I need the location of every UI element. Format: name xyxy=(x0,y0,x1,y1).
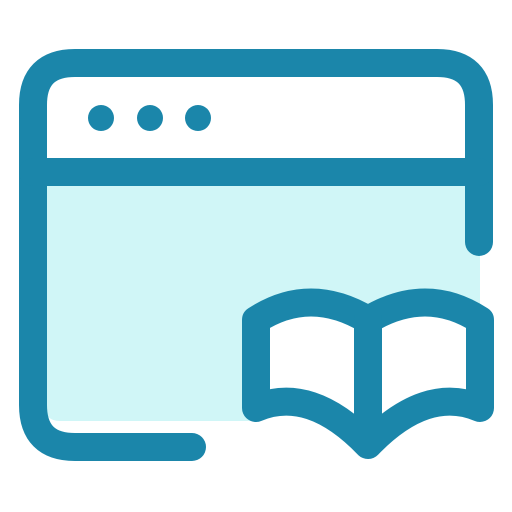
open-book-icon xyxy=(242,288,494,459)
browser-book-icon xyxy=(19,49,494,461)
window-dot-2-icon xyxy=(137,105,163,131)
window-dot-1-icon xyxy=(88,105,114,131)
window-dot-3-icon xyxy=(185,105,211,131)
icon-canvas xyxy=(0,0,512,512)
